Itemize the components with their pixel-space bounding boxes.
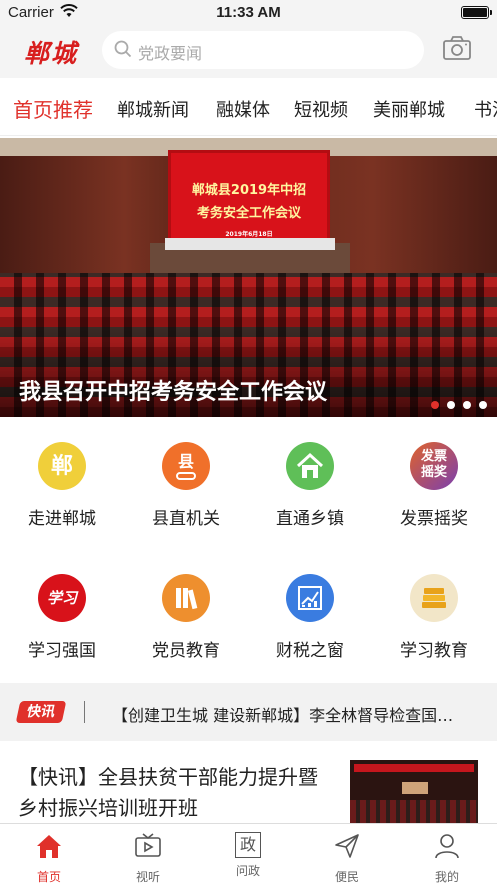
status-bar: Carrier 11:33 AM — [0, 0, 497, 26]
grid-item-invoice-lottery[interactable]: 发票摇奖 发票摇奖 — [372, 442, 496, 529]
app-header: 郸城 党政要闻 — [0, 26, 497, 78]
app-root: Carrier 11:33 AM 郸城 党政要闻 首页推荐 郸城新闻 融媒体 短… — [0, 0, 497, 883]
tab-calligraphy[interactable]: 书法 — [474, 96, 497, 122]
tab-media[interactable]: 融媒体 — [216, 96, 270, 122]
tab-dancheng-news[interactable]: 郸城新闻 — [117, 96, 189, 122]
category-tabs: 首页推荐 郸城新闻 融媒体 短视频 美丽郸城 书法 — [0, 78, 497, 136]
book-stack-icon — [410, 574, 458, 622]
tab-home-recommend[interactable]: 首页推荐 — [13, 94, 93, 123]
grid-item-study-education[interactable]: 学习教育 — [372, 574, 496, 661]
news-ticker[interactable]: 快讯 【创建卫生城 建设新郸城】李全林督导检查国… — [0, 683, 497, 741]
home-icon — [35, 835, 63, 864]
county-seal-icon: 县 — [162, 442, 210, 490]
tab-beautiful-dancheng[interactable]: 美丽郸城 — [373, 96, 445, 122]
bottom-tab-bar: 首页 视听 政 问政 便民 我的 — [0, 823, 497, 883]
camera-icon[interactable] — [442, 35, 472, 65]
flash-news-badge: 快讯 — [15, 701, 67, 723]
banner-dot[interactable] — [447, 401, 455, 409]
clock: 11:33 AM — [216, 4, 281, 21]
dancheng-badge-icon: 郸 — [38, 442, 86, 490]
search-input[interactable]: 党政要闻 — [102, 31, 424, 69]
banner-dot[interactable] — [463, 401, 471, 409]
tv-icon — [134, 833, 162, 864]
grid-item-tax-window[interactable]: 财税之窗 — [248, 574, 372, 661]
zheng-icon: 政 — [235, 832, 261, 858]
banner-dot[interactable] — [479, 401, 487, 409]
grid-item-county-offices[interactable]: 县 县直机关 — [124, 442, 248, 529]
xuexi-qiangguo-icon: 学习 — [38, 574, 86, 622]
shortcut-grid: 郸 走进郸城 县 县直机关 直通乡镇 发票摇奖 发票摇奖 学习 学习强国 党员教… — [0, 418, 497, 682]
app-logo: 郸城 — [24, 39, 79, 68]
grid-item-party-education[interactable]: 党员教育 — [124, 574, 248, 661]
paper-plane-icon — [333, 834, 361, 864]
tabbar-home[interactable]: 首页 — [19, 832, 79, 883]
article-thumbnail[interactable] — [350, 760, 478, 830]
chart-board-icon — [286, 574, 334, 622]
news-banner[interactable]: 郸城县2019年中招 考务安全工作会议 2019年6月18日 我县召开中招考务安… — [0, 138, 497, 417]
house-icon — [286, 442, 334, 490]
tabbar-video[interactable]: 视听 — [118, 832, 178, 883]
meeting-screen: 郸城县2019年中招 考务安全工作会议 2019年6月18日 — [168, 150, 330, 248]
tabbar-services[interactable]: 便民 — [317, 832, 377, 883]
banner-dot[interactable] — [431, 401, 439, 409]
grid-item-xuexi-qiangguo[interactable]: 学习 学习强国 — [0, 574, 124, 661]
article-title[interactable]: 【快讯】全县扶贫干部能力提升暨乡村振兴培训班开班 — [18, 762, 328, 824]
books-icon — [162, 574, 210, 622]
invoice-lottery-icon: 发票摇奖 — [410, 442, 458, 490]
ticker-text[interactable]: 【创建卫生城 建设新郸城】李全林督导检查国… — [112, 702, 494, 726]
banner-caption: 我县召开中招考务安全工作会议 — [19, 380, 328, 405]
battery-icon — [461, 6, 492, 19]
grid-item-towns[interactable]: 直通乡镇 — [248, 442, 372, 529]
banner-pagination — [423, 394, 487, 413]
person-icon — [433, 834, 461, 864]
tabbar-mine[interactable]: 我的 — [417, 832, 477, 883]
search-placeholder: 党政要闻 — [138, 44, 203, 63]
tab-short-video[interactable]: 短视频 — [294, 96, 348, 122]
article-item[interactable]: 【快讯】全县扶贫干部能力提升暨乡村振兴培训班开班 — [0, 742, 497, 830]
divider — [84, 701, 85, 723]
grid-item-zoujin-dancheng[interactable]: 郸 走进郸城 — [0, 442, 124, 529]
tabbar-politics[interactable]: 政 问政 — [218, 832, 278, 879]
search-icon — [114, 40, 132, 62]
